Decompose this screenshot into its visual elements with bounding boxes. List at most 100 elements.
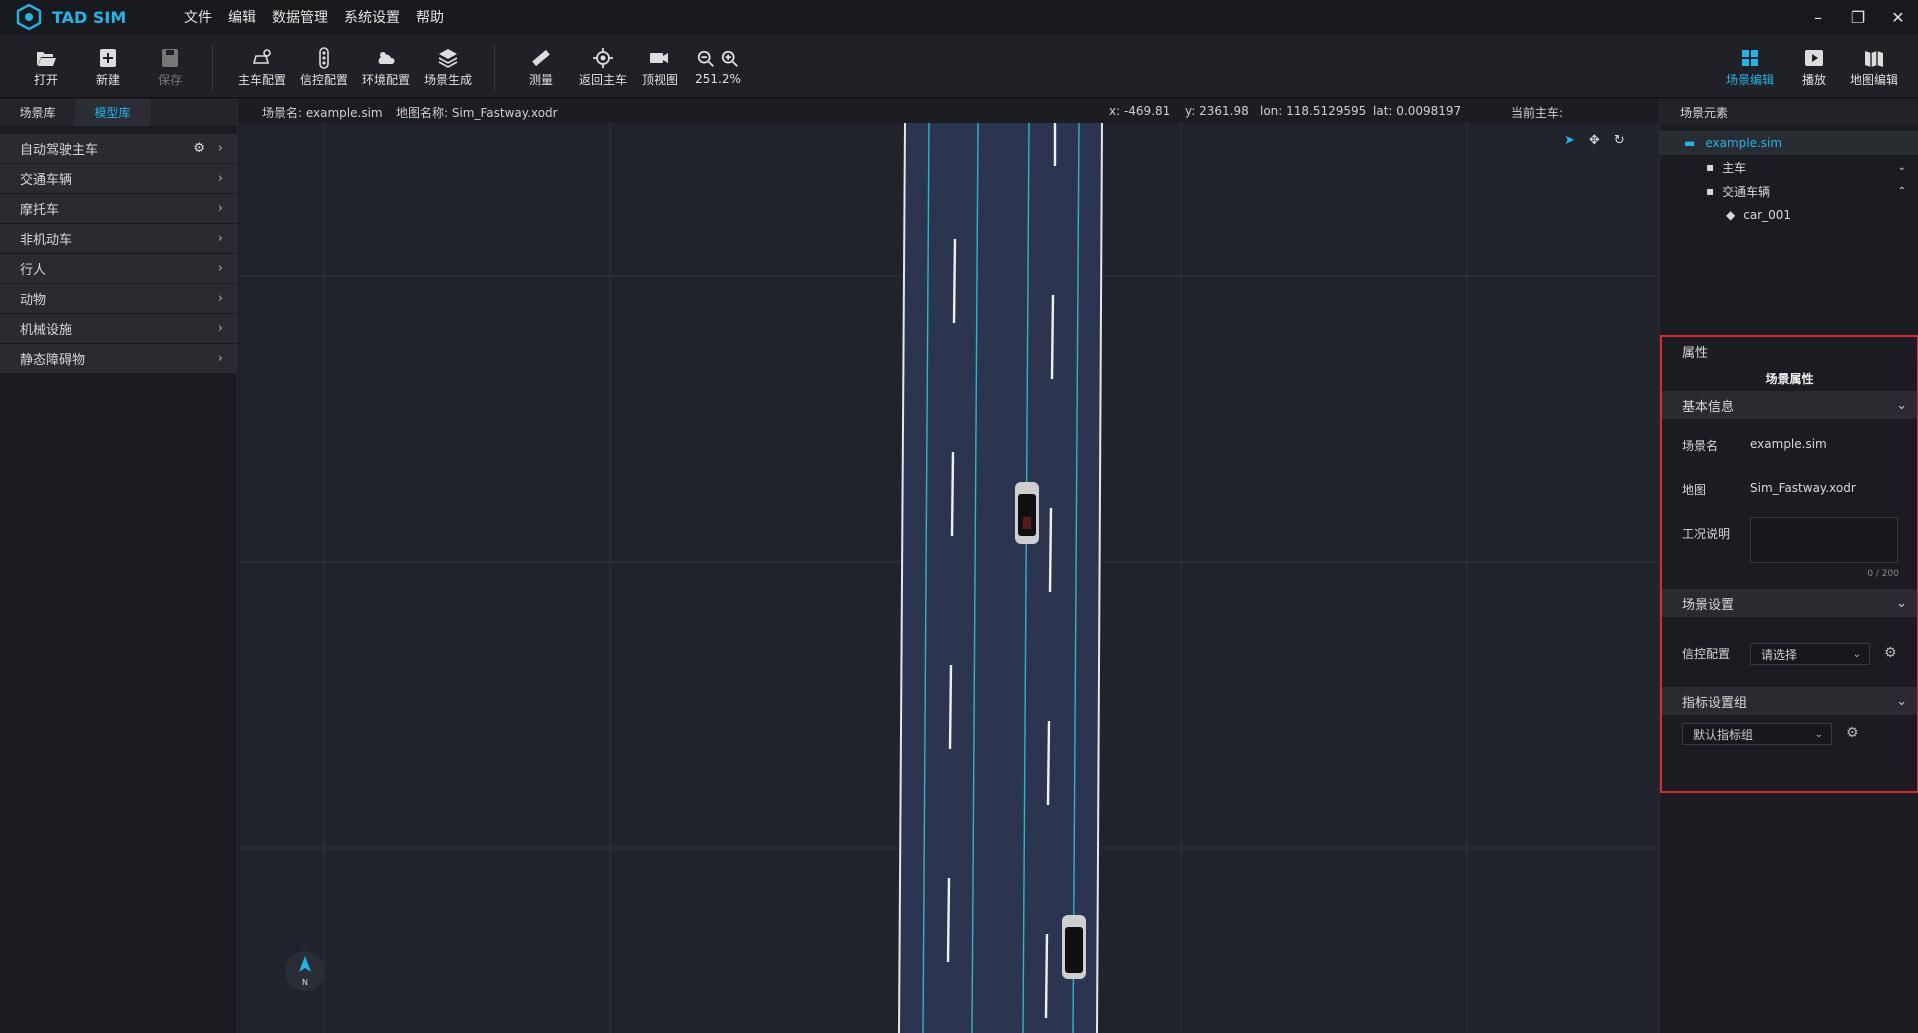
tree-item-traffic[interactable]: ▪ 交通车辆 ⌃ bbox=[1660, 179, 1918, 203]
category-label: 行人 bbox=[20, 263, 47, 278]
window-controls: – ❐ ✕ bbox=[1798, 0, 1918, 34]
right-panel: 场景元素 ▬ example.sim ▪ 主车 ⌄ ▪ 交通车辆 ⌃ ◆ car… bbox=[1659, 99, 1918, 1033]
new-button[interactable]: 新建 bbox=[88, 34, 128, 98]
category-motorcycle[interactable]: 摩托车 › bbox=[0, 194, 237, 224]
scene-name-label: 场景名 bbox=[1682, 439, 1719, 453]
map-value: Sim_Fastway.xodr bbox=[1750, 481, 1856, 495]
zoom-out-icon[interactable] bbox=[696, 49, 716, 69]
cube-icon: ◆ bbox=[1726, 208, 1736, 222]
category-static-obstacle[interactable]: 静态障碍物 › bbox=[0, 344, 237, 374]
restore-button[interactable]: ❐ bbox=[1838, 0, 1878, 34]
metrics-group-select[interactable]: 默认指标组 ⌄ bbox=[1682, 723, 1832, 745]
tree-item-ego[interactable]: ▪ 主车 ⌄ bbox=[1660, 155, 1918, 179]
category-label: 非机动车 bbox=[20, 233, 73, 248]
menu-edit[interactable]: 编辑 bbox=[228, 7, 256, 27]
save-button[interactable]: 保存 bbox=[150, 34, 190, 98]
car-001[interactable] bbox=[1062, 915, 1086, 979]
chevron-down-icon[interactable]: ⌄ bbox=[1898, 162, 1906, 173]
return-ego-label: 返回主车 bbox=[578, 72, 627, 87]
signal-config-select[interactable]: 请选择 ⌄ bbox=[1750, 643, 1870, 665]
coord-lat: lat: 0.0098197 bbox=[1373, 104, 1462, 118]
scene-settings-body: 信控配置 请选择 ⌄ ⚙ bbox=[1662, 617, 1917, 687]
minimize-button[interactable]: – bbox=[1798, 0, 1838, 34]
open-label: 打开 bbox=[33, 72, 58, 87]
map-edit-button[interactable]: 地图编辑 bbox=[1846, 34, 1902, 98]
section-scene-settings[interactable]: 场景设置 ⌄ bbox=[1662, 589, 1917, 617]
select-placeholder: 请选择 bbox=[1761, 647, 1798, 662]
toolbar: 打开 新建 保存 主车配置 信控配置 环境配置 场景生成 测量 返回主车 顶视图 bbox=[0, 34, 1918, 98]
traffic-light-icon bbox=[319, 46, 329, 69]
env-config-label: 环境配置 bbox=[361, 72, 410, 87]
measure-button[interactable]: 测量 bbox=[521, 34, 561, 98]
map-label: 地图 bbox=[1682, 483, 1707, 497]
scene-canvas[interactable]: N 场景名: example.sim 地图名称: Sim_Fastway.xod… bbox=[239, 99, 1659, 1033]
camera-icon bbox=[650, 52, 668, 63]
select-cursor-icon[interactable]: ➤ bbox=[1564, 133, 1575, 148]
tree-item-scene[interactable]: ▬ example.sim bbox=[1660, 131, 1918, 155]
description-label: 工况说明 bbox=[1682, 527, 1731, 541]
category-animal[interactable]: 动物 › bbox=[0, 284, 237, 314]
play-label: 播放 bbox=[1801, 72, 1826, 87]
chevron-up-icon[interactable]: ⌃ bbox=[1898, 186, 1906, 197]
info-bar: 场景名: example.sim 地图名称: Sim_Fastway.xodr … bbox=[239, 99, 1659, 123]
coord-x: x: -469.81 bbox=[1109, 104, 1171, 118]
toolbar-divider bbox=[212, 44, 213, 90]
current-ego-info: 当前主车: bbox=[1511, 106, 1564, 120]
close-button[interactable]: ✕ bbox=[1878, 0, 1918, 34]
category-pedestrian[interactable]: 行人 › bbox=[0, 254, 237, 284]
gear-icon[interactable]: ⚙ bbox=[1884, 645, 1897, 661]
gear-icon[interactable]: ⚙ bbox=[193, 141, 205, 156]
section-metrics-group[interactable]: 指标设置组 ⌄ bbox=[1662, 687, 1917, 715]
coord-lon: lon: 118.5129595 bbox=[1260, 104, 1367, 118]
return-ego-button[interactable]: 返回主车 bbox=[575, 34, 631, 98]
category-non-motor[interactable]: 非机动车 › bbox=[0, 224, 237, 254]
section-basic-info[interactable]: 基本信息 ⌄ bbox=[1662, 391, 1917, 419]
tab-model-library[interactable]: 模型库 bbox=[75, 99, 150, 126]
toolbar-divider bbox=[494, 44, 495, 90]
ego-config-button[interactable]: 主车配置 bbox=[234, 34, 290, 98]
ruler-icon bbox=[532, 49, 550, 66]
scene-edit-button[interactable]: 场景编辑 bbox=[1722, 34, 1778, 98]
map-view[interactable]: N bbox=[239, 99, 1659, 1033]
folder-icon: ▪ bbox=[1706, 184, 1715, 198]
chevron-right-icon: › bbox=[217, 291, 223, 306]
menu-help[interactable]: 帮助 bbox=[416, 7, 444, 27]
menu-settings[interactable]: 系统设置 bbox=[344, 7, 400, 27]
chevron-right-icon: › bbox=[217, 231, 223, 246]
app-title: TAD SIM bbox=[52, 7, 127, 27]
rotate-icon[interactable]: ↻ bbox=[1614, 133, 1625, 148]
tab-scene-library[interactable]: 场景库 bbox=[0, 99, 75, 126]
zoom-in-icon[interactable] bbox=[720, 49, 740, 69]
grid-icon bbox=[1742, 49, 1758, 66]
compass[interactable]: N bbox=[285, 951, 325, 991]
scene-gen-button[interactable]: 场景生成 bbox=[420, 34, 476, 98]
car-settings-icon bbox=[252, 48, 271, 64]
menu-file[interactable]: 文件 bbox=[184, 7, 212, 27]
chevron-down-icon: ⌄ bbox=[1814, 728, 1823, 740]
ego-config-label: 主车配置 bbox=[237, 72, 286, 87]
menu-data[interactable]: 数据管理 bbox=[272, 7, 328, 27]
move-icon[interactable]: ✥ bbox=[1589, 133, 1600, 148]
open-button[interactable]: 打开 bbox=[26, 34, 66, 98]
ego-vehicle[interactable] bbox=[1015, 482, 1039, 544]
chevron-down-icon: ⌄ bbox=[1896, 397, 1907, 413]
category-machinery[interactable]: 机械设施 › bbox=[0, 314, 237, 344]
gear-icon[interactable]: ⚙ bbox=[1846, 725, 1859, 741]
zoom-level: 251.2% bbox=[695, 72, 741, 86]
chevron-down-icon: ⌄ bbox=[1852, 648, 1861, 660]
description-textarea[interactable] bbox=[1750, 517, 1898, 563]
category-ego-vehicle[interactable]: 自动驾驶主车 ⚙ › bbox=[0, 134, 237, 164]
category-traffic-vehicle[interactable]: 交通车辆 › bbox=[0, 164, 237, 194]
signal-config-button[interactable]: 信控配置 bbox=[296, 34, 352, 98]
chevron-right-icon: › bbox=[217, 201, 223, 216]
scene-name-info: 场景名: example.sim bbox=[262, 106, 383, 120]
signal-config-label: 信控配置 bbox=[299, 72, 348, 87]
scene-edit-label: 场景编辑 bbox=[1725, 72, 1774, 87]
road bbox=[899, 123, 1102, 1033]
play-button[interactable]: 播放 bbox=[1794, 34, 1834, 98]
clapperboard-icon: ▬ bbox=[1684, 136, 1696, 150]
env-config-button[interactable]: 环境配置 bbox=[358, 34, 414, 98]
top-view-button[interactable]: 顶视图 bbox=[638, 34, 682, 98]
tree-item-car-001[interactable]: ◆ car_001 bbox=[1660, 203, 1918, 227]
section-label: 场景设置 bbox=[1682, 597, 1735, 613]
